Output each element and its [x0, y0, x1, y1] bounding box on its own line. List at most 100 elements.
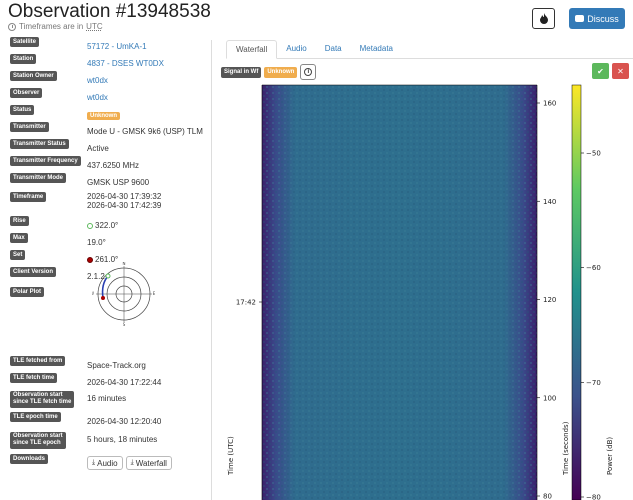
tab-audio[interactable]: Audio: [277, 40, 315, 59]
set-marker: [101, 296, 105, 300]
detail-value-text: 16 minutes: [87, 394, 127, 403]
detail-value-text[interactable]: 4837 - DSES WT0DX: [87, 59, 164, 68]
detail-value[interactable]: wt0dx: [87, 76, 108, 85]
detail-label: TLE epoch time: [10, 412, 61, 422]
left-axis-label: Time (UTC): [227, 436, 235, 476]
detail-value-text: 19.0°: [87, 238, 106, 247]
detail-label: Client Version: [10, 267, 57, 277]
colorbar: [571, 84, 582, 500]
fire-button[interactable]: [532, 8, 555, 29]
detail-value: Mode U - GMSK 9k6 (USP) TLM: [87, 127, 203, 136]
detail-label: Max: [10, 233, 28, 243]
download-icon: ⤓: [130, 459, 134, 466]
detail-label: Transmitter Mode: [10, 173, 67, 183]
download-waterfall-button[interactable]: ⤓ Waterfall: [125, 456, 172, 470]
detail-value-text: 437.6250 MHz: [87, 161, 140, 170]
detail-value-text: Space-Track.org: [87, 361, 146, 370]
detail-label: Transmitter: [10, 122, 49, 132]
rise-icon: [87, 223, 93, 229]
detail-value-text[interactable]: 57172 - UmKA-1: [87, 42, 147, 51]
detail-label: Timeframe: [10, 192, 47, 202]
detail-value: 2026-04-30 17:39:32 2026-04-30 17:42:39: [87, 192, 161, 210]
detail-value: 16 minutes: [87, 394, 126, 403]
waterfall-plot: 17:42 160 140 120 100 80 Time (UTC) Time (se…: [227, 84, 614, 500]
observation-panel: Waterfall Audio Data Metadata Signal in …: [212, 40, 633, 500]
info-button[interactable]: i: [300, 64, 317, 80]
detail-label: TLE fetched from: [10, 356, 66, 366]
detail-value-text[interactable]: wt0dx: [87, 93, 108, 102]
tab-waterfall[interactable]: Waterfall: [226, 40, 278, 59]
download-audio-button[interactable]: ⤓ Audio: [87, 456, 123, 470]
page-title: Observation #13948538: [8, 1, 211, 22]
download-label: Audio: [97, 458, 118, 468]
detail-value-text[interactable]: wt0dx: [87, 76, 108, 85]
detail-value[interactable]: 57172 - UmKA-1: [87, 42, 147, 51]
left-ticks: 17:42: [236, 299, 262, 307]
detail-value[interactable]: 4837 - DSES WT0DX: [87, 59, 164, 68]
waterfall-noise: [262, 85, 537, 500]
colorbar-tick-label: −80: [586, 494, 601, 500]
detail-label: Station Owner: [10, 71, 57, 81]
detail-label: Observation start since TLE epoch: [10, 432, 66, 449]
polar-direction-e: E: [153, 291, 156, 296]
detail-label: Observer: [10, 88, 43, 98]
detail-value-text: Mode U - GMSK 9k6 (USP) TLM: [87, 127, 203, 136]
close-icon: ✕: [617, 66, 624, 76]
tab-metadata[interactable]: Metadata: [351, 40, 402, 59]
colorbar-tick-label: −50: [586, 150, 601, 158]
fire-icon: [539, 13, 548, 24]
detail-value: Unknown: [87, 110, 120, 120]
colorbar-label: Power (dB): [606, 437, 614, 475]
polar-direction-s: S: [123, 322, 126, 326]
detail-label: Downloads: [10, 454, 49, 464]
detail-value: N E S W: [90, 261, 156, 328]
signal-status-badge: Unknown: [264, 66, 298, 78]
vetting-ok-button[interactable]: ✔: [592, 63, 609, 79]
detail-value: ⤓ Audio ⤓ Waterfall: [87, 456, 175, 470]
tabs: Waterfall Audio Data Metadata: [226, 40, 633, 59]
detail-label-line2: since TLE epoch: [13, 440, 61, 446]
download-icon: ⤓: [92, 459, 96, 466]
detail-value-text: 322.0°: [95, 221, 119, 230]
tab-data[interactable]: Data: [316, 40, 351, 59]
right-axis-label: Time (seconds): [562, 421, 570, 476]
detail-label: TLE fetch time: [10, 373, 58, 383]
right-tick-label: 120: [543, 296, 556, 304]
detail-value: 19.0°: [87, 238, 106, 247]
check-icon: ✔: [597, 66, 604, 76]
detail-label: Station: [10, 54, 37, 64]
discuss-label: Discuss: [587, 13, 619, 24]
right-tick-label: 140: [543, 198, 556, 206]
polar-direction-n: N: [123, 262, 126, 266]
polar-plot: N E S W: [90, 261, 156, 327]
detail-value: 2026-04-30 17:22:44: [87, 378, 161, 387]
detail-value[interactable]: wt0dx: [87, 93, 108, 102]
detail-value: Active: [87, 144, 109, 153]
detail-value: 5 hours, 18 minutes: [87, 435, 157, 444]
utc-abbr: UTC: [86, 22, 103, 31]
polar-direction-w: W: [92, 291, 94, 296]
detail-value: 437.6250 MHz: [87, 161, 139, 170]
timeframe-note: Timeframes are in UTC: [8, 22, 103, 31]
signal-label: Signal in Wf: [221, 66, 262, 78]
info-icon: i: [304, 68, 313, 76]
detail-value: 322.0°: [87, 221, 118, 230]
colorbar-tick-label: −70: [586, 379, 601, 387]
detail-value-text: Active: [87, 144, 109, 153]
colorbar-ticks: −50 −60 −70 −80: [581, 150, 601, 500]
detail-value-text: 2026-04-30 17:39:32: [87, 192, 162, 201]
download-label: Waterfall: [135, 458, 167, 468]
detail-value: GMSK USP 9600: [87, 178, 149, 187]
detail-label-line2: since TLE fetch time: [13, 399, 72, 405]
detail-value-text: 2026-04-30 17:22:44: [87, 378, 162, 387]
detail-label: Transmitter Status: [10, 139, 69, 149]
right-tick-label: 80: [543, 493, 552, 500]
detail-value-text: GMSK USP 9600: [87, 178, 150, 187]
detail-label: Transmitter Frequency: [10, 156, 81, 166]
discuss-button[interactable]: Discuss: [569, 8, 625, 29]
detail-label: Polar Plot: [10, 287, 45, 297]
comment-icon: [575, 15, 585, 22]
detail-label: Set: [10, 250, 26, 260]
vetting-bad-button[interactable]: ✕: [612, 63, 629, 79]
clock-icon: [8, 22, 16, 31]
